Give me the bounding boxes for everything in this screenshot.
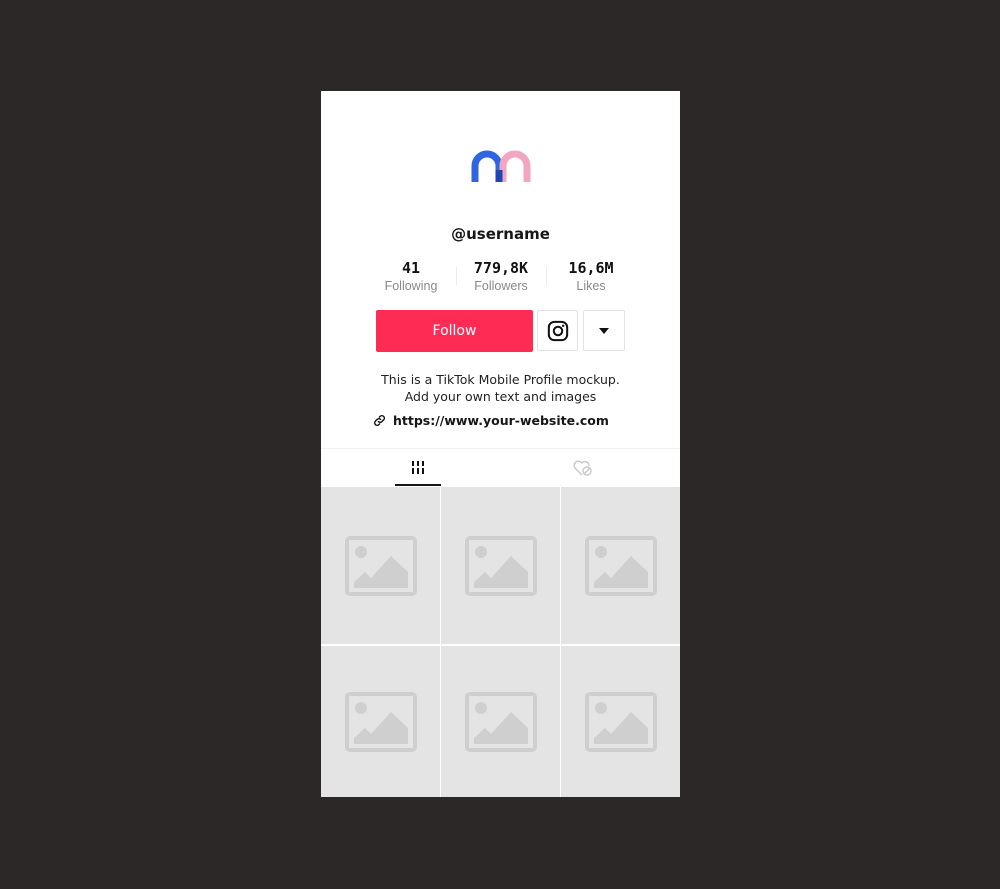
image-placeholder-icon (464, 691, 537, 752)
image-placeholder-icon (464, 535, 537, 596)
instagram-button[interactable] (537, 310, 578, 351)
tab-liked[interactable] (493, 449, 673, 487)
image-placeholder-icon (344, 691, 417, 752)
video-tile[interactable] (441, 646, 560, 797)
stat-value: 779,8K (473, 259, 529, 277)
instagram-icon (547, 320, 568, 341)
profile-stats: 41 Following 779,8K Followers 16,6M Like… (366, 259, 636, 295)
stat-label: Likes (576, 279, 606, 293)
profile-screen: @username 41 Following 779,8K Followers … (321, 91, 680, 797)
bio-line: This is a TikTok Mobile Profile mockup. (381, 372, 620, 387)
stat-value: 16,6M (568, 259, 614, 277)
bio: This is a TikTok Mobile Profile mockup. … (321, 371, 680, 405)
stat-following[interactable]: 41 Following (366, 259, 456, 295)
tab-videos[interactable] (328, 449, 508, 487)
stat-followers[interactable]: 779,8K Followers (456, 259, 546, 295)
more-options-button[interactable] (583, 310, 625, 351)
video-tile[interactable] (441, 487, 560, 644)
link-icon (374, 415, 385, 426)
username: @username (451, 225, 550, 243)
stat-label: Following (384, 279, 438, 293)
image-placeholder-icon (584, 535, 657, 596)
image-placeholder-icon (584, 691, 657, 752)
stat-value: 41 (401, 259, 421, 277)
video-tile[interactable] (321, 487, 440, 644)
bio-line: Add your own text and images (404, 389, 597, 404)
stat-label: Followers (474, 279, 528, 293)
logo-icon (471, 150, 531, 182)
image-placeholder-icon (344, 535, 417, 596)
video-tile[interactable] (561, 646, 680, 797)
heart-hidden-icon (573, 460, 592, 476)
video-grid (321, 487, 680, 797)
website-link[interactable]: https://www.your-website.com (373, 413, 609, 428)
follow-button[interactable]: Follow (376, 310, 533, 352)
caret-down-icon (599, 327, 609, 334)
active-tab-indicator (395, 484, 441, 486)
website-url[interactable]: https://www.your-website.com (393, 413, 609, 428)
video-tile[interactable] (321, 646, 440, 797)
video-tile[interactable] (561, 487, 680, 644)
grid-bars-icon (412, 461, 424, 474)
profile-tabs (321, 448, 680, 487)
stat-likes: 16,6M Likes (546, 259, 636, 295)
